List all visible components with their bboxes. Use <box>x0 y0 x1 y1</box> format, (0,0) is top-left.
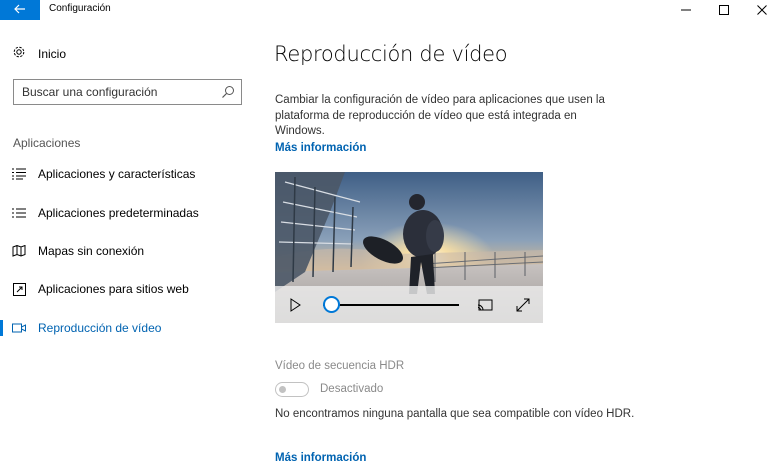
video-seek-bar[interactable] <box>323 304 459 306</box>
main-content: Reproducción de vídeo Cambiar la configu… <box>255 20 780 470</box>
sidebar-item-offline-maps[interactable]: Mapas sin conexión <box>0 240 255 262</box>
maximize-icon <box>719 5 729 15</box>
section-heading: Aplicaciones <box>13 136 81 150</box>
apps-websites-icon <box>12 282 26 296</box>
play-icon[interactable] <box>287 297 303 313</box>
default-apps-icon <box>12 206 26 220</box>
minimize-button[interactable] <box>666 0 706 20</box>
sidebar-item-label: Aplicaciones predeterminadas <box>38 206 199 220</box>
back-arrow-icon <box>14 1 26 19</box>
sidebar-item-home[interactable]: Inicio <box>12 45 66 63</box>
search-box[interactable]: Buscar una configuración <box>13 79 242 105</box>
back-button[interactable] <box>0 0 40 20</box>
sidebar-item-label: Aplicaciones y características <box>38 167 196 181</box>
toggle-knob <box>279 385 286 393</box>
page-description: Cambiar la configuración de vídeo para a… <box>275 94 605 137</box>
video-seek-thumb[interactable] <box>323 296 340 313</box>
sidebar-item-label: Mapas sin conexión <box>38 244 145 258</box>
hdr-setting-label: Vídeo de secuencia HDR <box>275 360 405 372</box>
sidebar-item-label: Aplicaciones para sitios web <box>38 282 189 296</box>
video-playback-icon <box>12 321 26 335</box>
window-title: Configuración <box>49 3 111 14</box>
maximize-button[interactable] <box>704 0 744 20</box>
more-info-link[interactable]: Más información <box>275 142 366 154</box>
offline-maps-icon <box>12 244 26 258</box>
sidebar-item-apps-features[interactable]: Aplicaciones y características <box>0 163 255 185</box>
hdr-toggle-state: Desactivado <box>320 383 384 395</box>
minimize-icon <box>681 9 691 11</box>
hdr-toggle[interactable] <box>275 382 309 397</box>
sidebar: Inicio Buscar una configuración Aplicaci… <box>0 20 255 470</box>
sidebar-item-apps-websites[interactable]: Aplicaciones para sitios web <box>0 278 255 300</box>
apps-list-icon <box>12 167 26 181</box>
title-bar: Configuración <box>0 0 780 20</box>
close-icon <box>757 5 767 15</box>
video-preview[interactable] <box>275 172 543 323</box>
video-controls <box>275 286 543 323</box>
active-indicator <box>0 320 3 336</box>
gear-icon <box>12 45 26 64</box>
sidebar-item-label: Reproducción de vídeo <box>38 321 162 335</box>
sidebar-item-default-apps[interactable]: Aplicaciones predeterminadas <box>0 202 255 224</box>
sidebar-item-video-playback[interactable]: Reproducción de vídeo <box>0 317 255 339</box>
search-icon[interactable] <box>221 85 235 99</box>
cast-icon[interactable] <box>477 297 493 313</box>
page-title: Reproducción de vídeo <box>274 42 508 66</box>
home-label: Inicio <box>38 47 67 61</box>
search-input[interactable]: Buscar una configuración <box>22 85 157 99</box>
close-button[interactable] <box>742 0 780 20</box>
hdr-more-info-link[interactable]: Más información <box>275 452 366 464</box>
hdr-message: No encontramos ninguna pantalla que sea … <box>275 408 635 420</box>
fullscreen-icon[interactable] <box>515 297 531 313</box>
